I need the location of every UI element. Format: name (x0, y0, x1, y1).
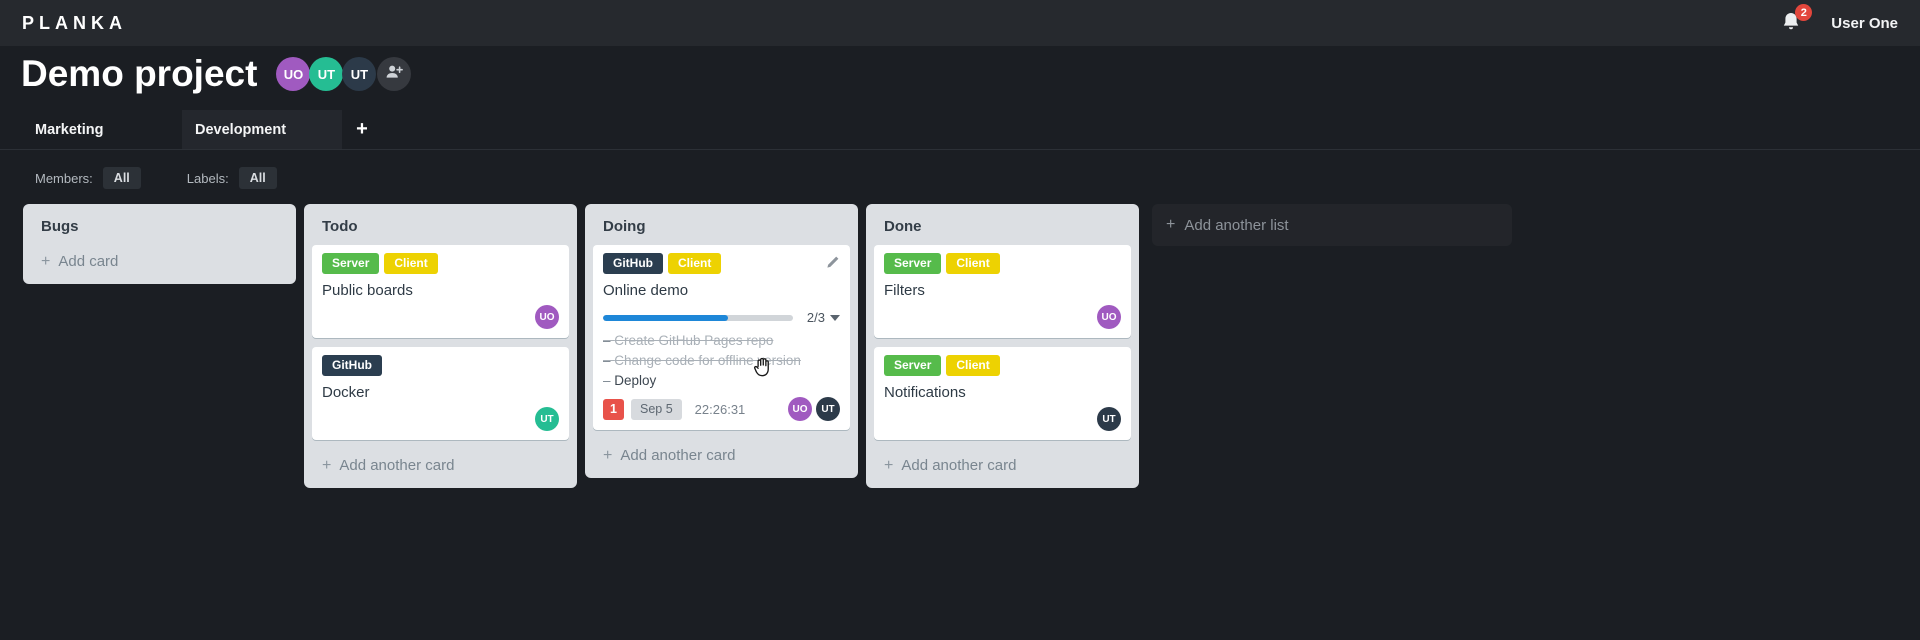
card-filters[interactable]: Server Client Filters UO (874, 245, 1131, 338)
avatar[interactable]: UT (309, 57, 344, 91)
chevron-down-icon (830, 314, 840, 321)
add-another-card-button[interactable]: + Add another card (593, 439, 850, 470)
topbar-right: 2 User One (1779, 4, 1898, 38)
notifications-button[interactable]: 2 (1779, 4, 1813, 38)
card-members: UO UT (784, 397, 840, 421)
label-row: Server Client (884, 253, 1121, 274)
kanban-board: Bugs + Add card Todo Server Client Publi… (23, 204, 1920, 488)
tasks-toggle[interactable]: 2/3 (807, 310, 840, 325)
card-label: Client (384, 253, 438, 274)
label-row: Server Client (322, 253, 559, 274)
card-title: Online demo (603, 282, 689, 299)
add-another-card-button[interactable]: + Add another card (874, 449, 1131, 480)
project-title[interactable]: Demo project (21, 48, 257, 100)
progress-bar (603, 314, 793, 321)
filter-bar: Members: All Labels: All (35, 167, 277, 189)
add-card-button[interactable]: + Add card (31, 245, 288, 276)
avatar[interactable]: UT (342, 57, 377, 91)
plus-icon: + (41, 252, 51, 270)
label-row: GitHub (322, 355, 559, 376)
avatar[interactable]: UO (788, 397, 812, 421)
due-date-badge[interactable]: Sep 5 (631, 398, 682, 420)
list-title[interactable]: Doing (593, 212, 850, 245)
project-header: Demo project UO UT UT (21, 48, 412, 100)
add-card-label: Add card (58, 253, 119, 270)
task-item: Deploy (603, 371, 840, 391)
add-another-card-label: Add another card (901, 457, 1017, 474)
add-another-card-button[interactable]: + Add another card (312, 449, 569, 480)
tasks-count: 2/3 (806, 310, 825, 325)
avatar[interactable]: UO (535, 305, 559, 329)
add-member-button[interactable] (377, 57, 412, 91)
list-doing: Doing GitHub Client Online demo 2/3 – Cr… (585, 204, 858, 478)
add-board-button[interactable]: + (342, 110, 382, 149)
tab-development[interactable]: Development (182, 110, 342, 149)
card-label: Client (946, 355, 1000, 376)
labels-filter-label: Labels: (186, 170, 229, 186)
add-another-card-label: Add another card (339, 457, 455, 474)
progress-fill (603, 314, 729, 321)
card-notification-badge: 1 (603, 398, 624, 420)
card-title: Docker (322, 384, 370, 401)
card-title: Notifications (884, 384, 966, 401)
avatar[interactable]: UT (1097, 407, 1121, 431)
project-members: UO UT UT (276, 57, 412, 91)
card-members: UT (322, 407, 559, 431)
label-row: GitHub Client (603, 253, 840, 274)
user-menu[interactable]: User One (1831, 15, 1898, 32)
tasks-progress: 2/3 (603, 310, 840, 325)
board-tabs: Marketing Development + (0, 110, 1920, 150)
card-public-boards[interactable]: Server Client Public boards UO (312, 245, 569, 338)
plus-icon: + (603, 446, 613, 464)
list-title[interactable]: Todo (312, 212, 569, 245)
list-todo: Todo Server Client Public boards UO GitH… (304, 204, 577, 488)
plus-icon: + (884, 456, 894, 474)
labels-filter-value[interactable]: All (238, 167, 277, 189)
label-row: Server Client (884, 355, 1121, 376)
card-label: Server (884, 253, 942, 274)
card-label: Client (946, 253, 1000, 274)
task-item: Change code for offline version (603, 351, 840, 371)
card-label: Client (668, 253, 722, 274)
app-logo[interactable]: PLANKA (22, 13, 127, 34)
card-members: UO (322, 305, 559, 329)
add-another-card-label: Add another card (620, 447, 736, 464)
avatar[interactable]: UT (816, 397, 840, 421)
card-docker[interactable]: GitHub Docker UT (312, 347, 569, 440)
card-members: UO (884, 305, 1121, 329)
card-notifications[interactable]: Server Client Notifications UT (874, 347, 1131, 440)
stopwatch-timer[interactable]: 22:26:31 (695, 402, 746, 417)
card-title: Filters (884, 282, 925, 299)
tab-marketing[interactable]: Marketing (22, 110, 182, 149)
topbar: PLANKA 2 User One (0, 0, 1920, 46)
plus-icon: + (322, 456, 332, 474)
bell-icon (1779, 13, 1803, 38)
list-title[interactable]: Done (874, 212, 1131, 245)
list-title[interactable]: Bugs (31, 212, 288, 245)
card-label: Server (884, 355, 942, 376)
edit-card-button[interactable] (825, 254, 841, 270)
avatar[interactable]: UT (535, 407, 559, 431)
task-list: Create GitHub Pages repo Change code for… (603, 331, 840, 391)
list-bugs: Bugs + Add card (23, 204, 296, 284)
person-add-icon (384, 62, 404, 87)
list-done: Done Server Client Filters UO Server Cli… (866, 204, 1139, 488)
card-label: Server (322, 253, 380, 274)
plus-icon: + (1166, 216, 1176, 233)
task-item: Create GitHub Pages repo (603, 331, 840, 351)
notification-count-badge: 2 (1795, 4, 1813, 21)
card-title: Public boards (322, 282, 413, 299)
card-online-demo[interactable]: GitHub Client Online demo 2/3 Create Git… (593, 245, 850, 430)
avatar[interactable]: UO (1097, 305, 1121, 329)
card-members: UT (884, 407, 1121, 431)
avatar[interactable]: UO (276, 57, 311, 91)
card-label: GitHub (603, 253, 663, 274)
add-list-button[interactable]: + Add another list (1152, 204, 1512, 246)
card-label: GitHub (322, 355, 382, 376)
add-list-label: Add another list (1184, 216, 1289, 234)
members-filter-value[interactable]: All (102, 167, 141, 189)
members-filter-label: Members: (35, 170, 93, 186)
card-badges: 1 Sep 5 22:26:31 UO UT (603, 397, 840, 421)
